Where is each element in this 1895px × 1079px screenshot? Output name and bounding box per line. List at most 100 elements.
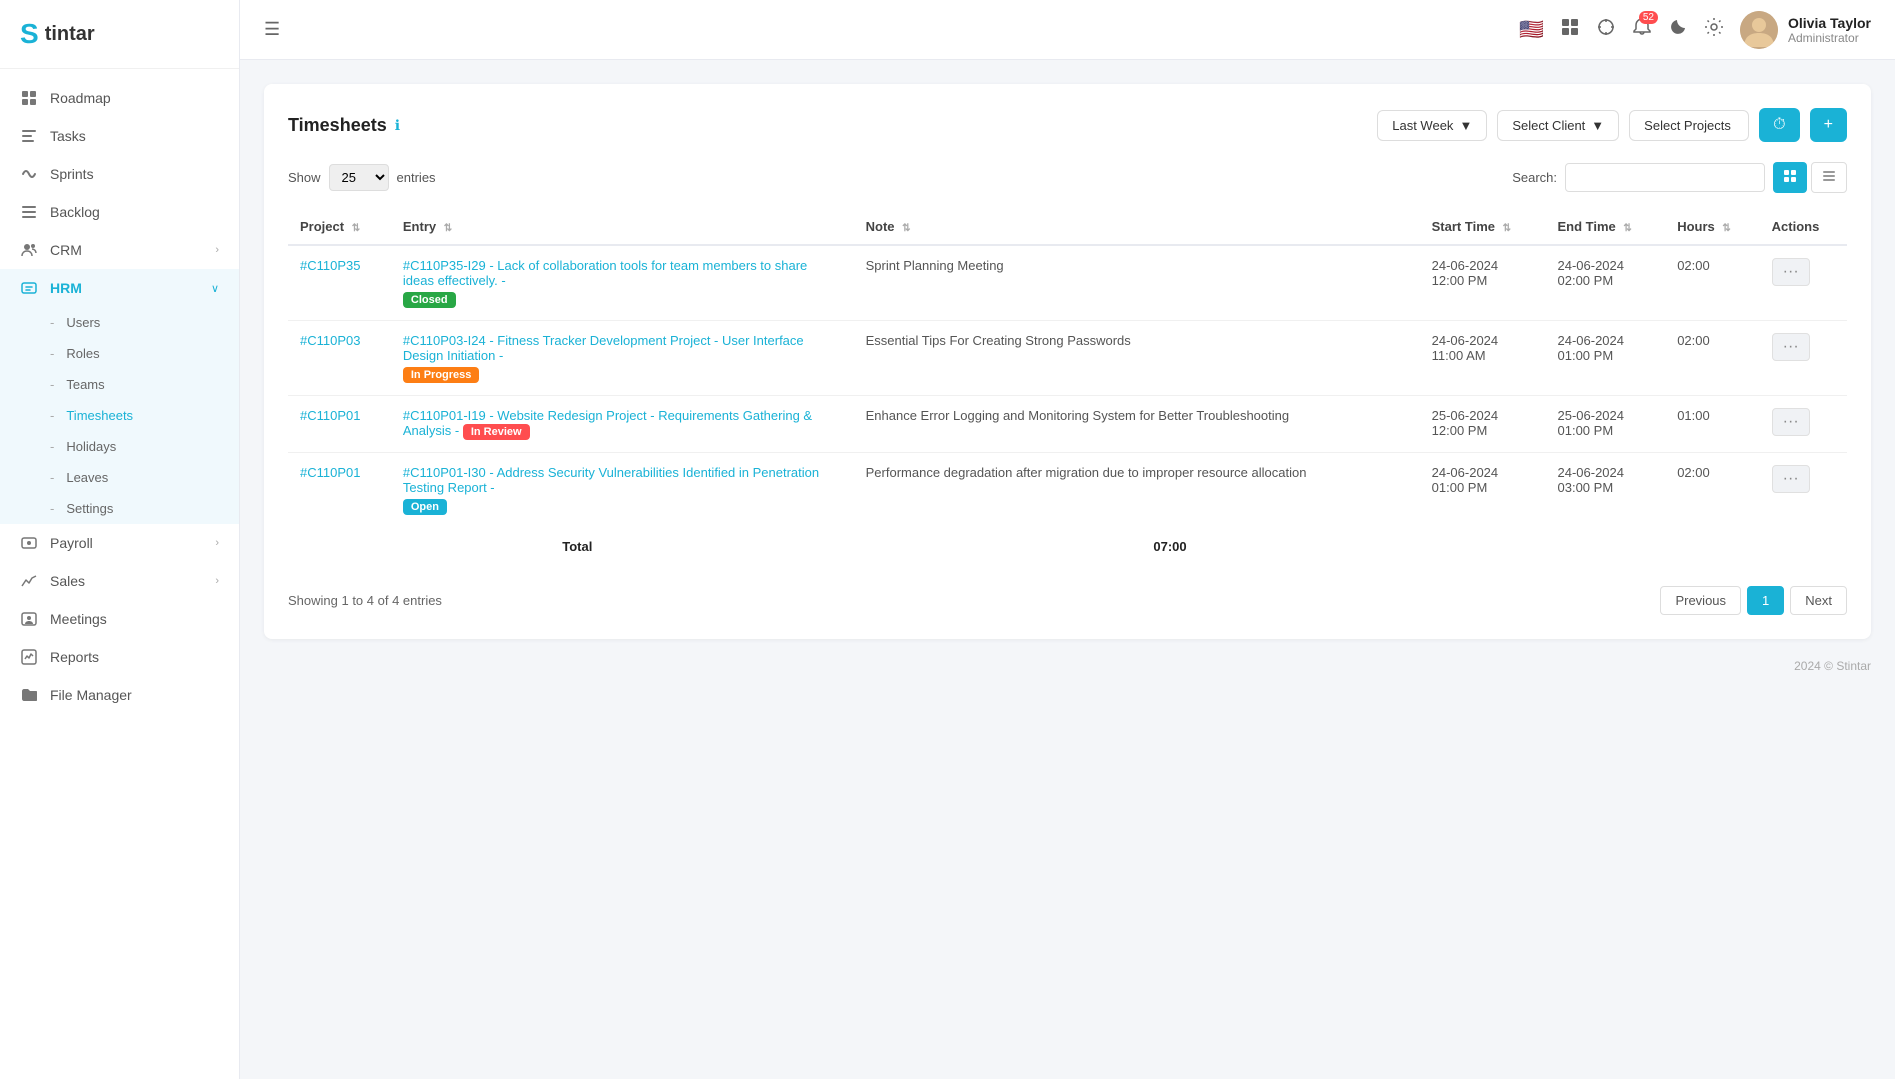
list-view-button[interactable]: [1811, 162, 1847, 193]
sidebar-item-backlog[interactable]: Backlog: [0, 193, 239, 231]
settings-gear-icon[interactable]: [1704, 17, 1724, 42]
backlog-icon: [20, 203, 38, 221]
user-role: Administrator: [1788, 31, 1871, 45]
col-entry[interactable]: Entry ⇅: [391, 209, 854, 245]
table-header-row: Project ⇅ Entry ⇅ Note ⇅ Start Time: [288, 209, 1847, 245]
actions-cell: ···: [1760, 453, 1847, 528]
hours-cell: 02:00: [1665, 321, 1759, 396]
select-client-label: Select Client: [1512, 118, 1585, 133]
sidebar-item-reports[interactable]: Reports: [0, 638, 239, 676]
sidebar-item-teams[interactable]: Teams: [0, 369, 239, 400]
sidebar-item-settings[interactable]: Settings: [0, 493, 239, 524]
avatar: [1740, 11, 1778, 49]
note-cell: Enhance Error Logging and Monitoring Sys…: [854, 396, 1420, 453]
hamburger-button[interactable]: ☰: [264, 19, 280, 40]
roadmap-icon: [20, 89, 38, 107]
sidebar-item-tasks[interactable]: Tasks: [0, 117, 239, 155]
entry-link[interactable]: #C110P03-I24: [403, 333, 486, 348]
table-row: #C110P03 #C110P03-I24 - Fitness Tracker …: [288, 321, 1847, 396]
sidebar-item-payroll[interactable]: Payroll ›: [0, 524, 239, 562]
next-button[interactable]: Next: [1790, 586, 1847, 615]
total-hours: 07:00: [1141, 527, 1767, 566]
timer-icon: ⏱: [1773, 116, 1785, 134]
sidebar-item-hrm[interactable]: HRM ∨: [0, 269, 239, 307]
col-end-time[interactable]: End Time ⇅: [1546, 209, 1666, 245]
add-entry-button[interactable]: +: [1810, 108, 1847, 142]
notification-count-badge: 52: [1639, 11, 1658, 24]
entry-link[interactable]: #C110P01-I19: [403, 408, 486, 423]
sidebar-item-leaves[interactable]: Leaves: [0, 462, 239, 493]
project-cell: #C110P01: [288, 396, 391, 453]
pagination-row: Showing 1 to 4 of 4 entries Previous 1 N…: [288, 586, 1847, 615]
sidebar: S tintar Roadmap Tasks Sprints: [0, 0, 240, 1079]
sidebar-item-holidays-label: Holidays: [66, 439, 116, 454]
entry-link[interactable]: #C110P01-I30: [403, 465, 486, 480]
note-text: Sprint Planning Meeting: [866, 258, 1004, 273]
view-buttons: [1773, 162, 1847, 193]
project-link[interactable]: #C110P03: [300, 333, 360, 348]
add-icon: +: [1824, 116, 1833, 134]
select-client-button[interactable]: Select Client ▼: [1497, 110, 1619, 141]
start-date: 24-06-202412:00 PM: [1432, 258, 1499, 288]
project-link[interactable]: #C110P01: [300, 408, 360, 423]
sidebar-item-users-label: Users: [66, 315, 100, 330]
col-project-label: Project: [300, 219, 344, 234]
sidebar-item-roadmap-label: Roadmap: [50, 90, 111, 106]
col-entry-sort-icon: ⇅: [444, 223, 452, 234]
col-start-time[interactable]: Start Time ⇅: [1420, 209, 1546, 245]
page-1-button[interactable]: 1: [1747, 586, 1784, 615]
sidebar-item-sales-label: Sales: [50, 573, 85, 589]
row-actions-button[interactable]: ···: [1772, 408, 1810, 436]
sidebar-item-roadmap[interactable]: Roadmap: [0, 79, 239, 117]
col-start-time-label: Start Time: [1432, 219, 1495, 234]
project-link[interactable]: #C110P35: [300, 258, 360, 273]
notification-bell-icon[interactable]: 52: [1632, 17, 1652, 42]
crosshair-icon[interactable]: [1596, 17, 1616, 42]
previous-button[interactable]: Previous: [1660, 586, 1741, 615]
col-actions: Actions: [1760, 209, 1847, 245]
sidebar-item-meetings[interactable]: Meetings: [0, 600, 239, 638]
project-link[interactable]: #C110P01: [300, 465, 360, 480]
row-actions-button[interactable]: ···: [1772, 465, 1810, 493]
col-note[interactable]: Note ⇅: [854, 209, 1420, 245]
flag-us-icon[interactable]: 🇺🇸: [1519, 17, 1544, 42]
end-date: 24-06-202401:00 PM: [1558, 333, 1625, 363]
entries-select[interactable]: 25 10 50 100: [329, 164, 389, 191]
col-hours[interactable]: Hours ⇅: [1665, 209, 1759, 245]
info-icon[interactable]: ℹ: [395, 117, 400, 134]
sidebar-item-holidays[interactable]: Holidays: [0, 431, 239, 462]
week-selector-button[interactable]: Last Week ▼: [1377, 110, 1487, 141]
payroll-arrow-icon: ›: [215, 537, 219, 549]
hrm-arrow-icon: ∨: [211, 282, 219, 295]
row-actions-button[interactable]: ···: [1772, 258, 1810, 286]
entry-link[interactable]: #C110P35-I29: [403, 258, 486, 273]
folder-icon: [20, 686, 38, 704]
sidebar-item-sales[interactable]: Sales ›: [0, 562, 239, 600]
sidebar-item-sprints[interactable]: Sprints: [0, 155, 239, 193]
payroll-icon: [20, 534, 38, 552]
page-body: Timesheets ℹ Last Week ▼ Select Client ▼…: [240, 60, 1895, 1079]
sidebar-item-roles[interactable]: Roles: [0, 338, 239, 369]
sidebar-item-crm[interactable]: CRM ›: [0, 231, 239, 269]
row-actions-button[interactable]: ···: [1772, 333, 1810, 361]
sidebar-item-crm-label: CRM: [50, 242, 82, 258]
meetings-icon: [20, 610, 38, 628]
card-title-row: Timesheets ℹ: [288, 115, 400, 136]
sidebar-item-leaves-label: Leaves: [66, 470, 108, 485]
select-projects-button[interactable]: Select Projects: [1629, 110, 1749, 141]
grid-view-button[interactable]: [1773, 162, 1807, 193]
card-header: Timesheets ℹ Last Week ▼ Select Client ▼…: [288, 108, 1847, 142]
search-input[interactable]: [1565, 163, 1765, 192]
col-end-time-label: End Time: [1558, 219, 1616, 234]
col-project[interactable]: Project ⇅: [288, 209, 391, 245]
actions-cell: ···: [1760, 245, 1847, 321]
apps-grid-icon[interactable]: [1560, 17, 1580, 42]
user-profile[interactable]: Olivia Taylor Administrator: [1740, 11, 1871, 49]
timer-button[interactable]: ⏱: [1759, 108, 1799, 142]
show-entries: Show 25 10 50 100 entries: [288, 164, 436, 191]
sidebar-item-file-manager[interactable]: File Manager: [0, 676, 239, 714]
sidebar-item-users[interactable]: Users: [0, 307, 239, 338]
sidebar-item-timesheets[interactable]: Timesheets: [0, 400, 239, 431]
dark-mode-icon[interactable]: [1668, 17, 1688, 42]
start-date: 24-06-202411:00 AM: [1432, 333, 1499, 363]
